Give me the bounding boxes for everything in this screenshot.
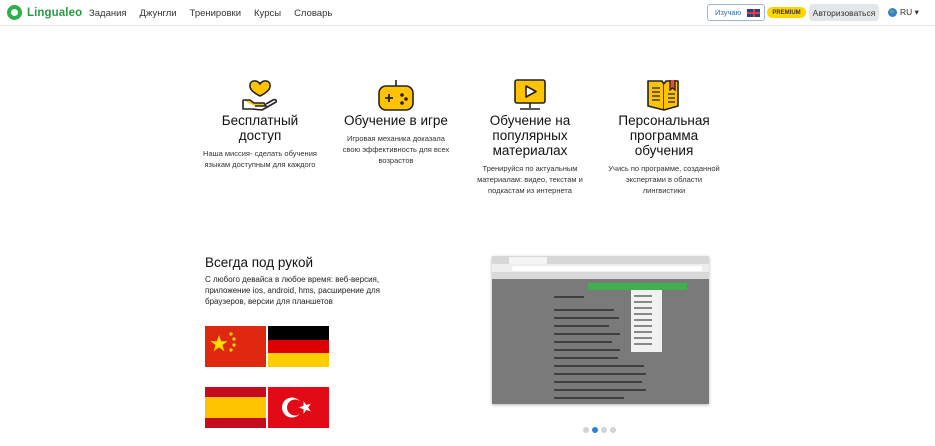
- logo-text: Lingualeo: [27, 6, 83, 19]
- book-icon: [647, 80, 679, 111]
- carousel-dot-active[interactable]: [592, 427, 598, 433]
- feature-personal-program: Персональная программа обучения Учись по…: [606, 78, 722, 196]
- extension-dropdown: [631, 290, 662, 352]
- nav-item-courses[interactable]: Курсы: [254, 8, 281, 19]
- browser-tab: [509, 257, 547, 264]
- uk-flag-icon: [747, 8, 761, 17]
- always-at-hand-text: С любого девайса в любое время: веб-верс…: [205, 275, 380, 306]
- studying-language-button[interactable]: Изучаю: [707, 4, 765, 21]
- premium-badge[interactable]: PREMIUM: [767, 7, 806, 18]
- feature-title: Персональная программа обучения: [618, 113, 710, 158]
- feature-title: Обучение в игре: [344, 113, 448, 128]
- feature-text: Игровая механика доказала свою эффективн…: [342, 134, 450, 165]
- video-play-icon: [514, 79, 546, 110]
- article-area: [492, 279, 709, 404]
- turkey-flag: [268, 387, 329, 428]
- carousel-dot[interactable]: [583, 427, 589, 433]
- feature-text: Наша миссия- сделать обучения языкам дос…: [203, 149, 317, 169]
- carousel-dot[interactable]: [610, 427, 616, 433]
- feature-free-access: Бесплатный доступ Наша миссия- сделать о…: [200, 78, 320, 170]
- gamepad-icon: [378, 80, 414, 111]
- crescent-star-icon: [282, 397, 311, 418]
- nav-item-trainings[interactable]: Тренировки: [190, 8, 241, 19]
- main-nav: Задания Джунгли Тренировки Курсы Словарь: [89, 8, 332, 19]
- feature-title: Бесплатный доступ: [221, 113, 299, 143]
- globe-icon: [888, 8, 897, 17]
- browser-url-field: [512, 266, 702, 271]
- extension-screenshot: [492, 256, 709, 404]
- lingualeo-logo-icon: [7, 5, 22, 20]
- studying-label: Изучаю: [715, 8, 742, 17]
- heart-hand-icon: [242, 80, 278, 111]
- germany-flag: [268, 326, 329, 367]
- site-header: [492, 272, 709, 279]
- china-flag: [205, 326, 266, 367]
- extension-toolbar: [588, 283, 687, 290]
- china-stars-icon: [210, 332, 236, 352]
- feature-text: Учись по программе, созданной экспертами…: [608, 164, 720, 195]
- always-at-hand-title: Всегда под рукой: [205, 255, 314, 270]
- top-header: Lingualeo Задания Джунгли Тренировки Кур…: [0, 0, 935, 26]
- language-selector[interactable]: RU ▾: [888, 7, 919, 18]
- nav-item-tasks[interactable]: Задания: [89, 8, 127, 19]
- login-button[interactable]: Авторизоваться: [809, 4, 879, 21]
- landing-page: Lingualeo Задания Джунгли Тренировки Кур…: [0, 0, 935, 446]
- nav-item-dictionary[interactable]: Словарь: [294, 8, 332, 19]
- feature-title: Обучение на популярных материалах: [489, 113, 571, 158]
- language-label: RU ▾: [900, 7, 919, 17]
- feature-game-learning: Обучение в игре Игровая механика доказал…: [340, 78, 452, 166]
- carousel-dot[interactable]: [601, 427, 607, 433]
- nav-item-jungle[interactable]: Джунгли: [140, 8, 177, 19]
- spain-flag: [205, 387, 266, 428]
- feature-popular-materials: Обучение на популярных материалах Тренир…: [474, 78, 586, 196]
- logo[interactable]: Lingualeo: [7, 5, 82, 20]
- feature-text: Тренируйся по актуальным материалам: вид…: [477, 164, 583, 195]
- carousel-dots: [583, 427, 616, 433]
